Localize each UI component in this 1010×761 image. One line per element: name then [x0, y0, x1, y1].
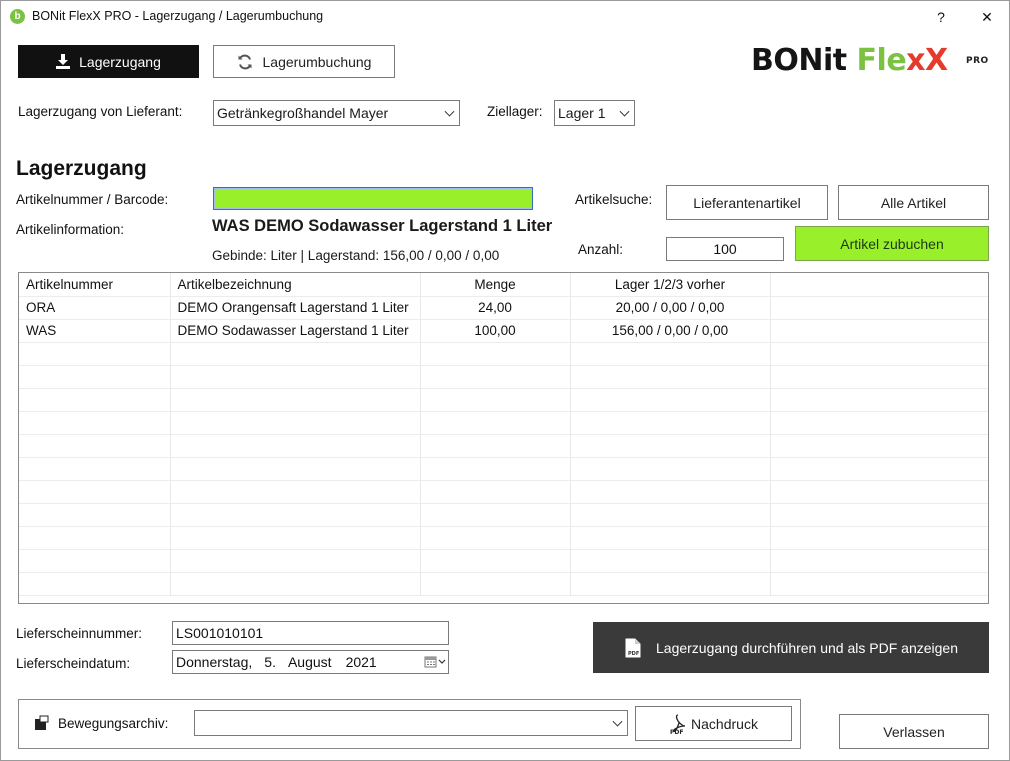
delivery-date-picker[interactable]: Donnerstag, 5. August 2021: [172, 650, 449, 674]
cell-storage-before: 20,00 / 0,00 / 0,00: [570, 296, 771, 320]
column-header[interactable]: Menge: [420, 273, 571, 297]
svg-text:PDF: PDF: [628, 651, 639, 657]
target-storage-label: Ziellager:: [487, 104, 543, 119]
archive-label: Bewegungsarchiv:: [58, 716, 169, 731]
title-bar: b BONit FlexX PRO - Lagerzugang / Lageru…: [1, 1, 1009, 33]
exit-button[interactable]: Verlassen: [839, 714, 989, 749]
supplier-select[interactable]: Getränkegroßhandel Mayer: [213, 100, 460, 126]
pdf-icon: PDF: [670, 713, 686, 735]
column-header: [770, 273, 988, 297]
article-search-label: Artikelsuche:: [575, 192, 653, 207]
chevron-down-icon: [619, 106, 630, 117]
date-month: August: [287, 654, 332, 670]
cell-empty: [770, 319, 988, 343]
date-day: 5.: [264, 654, 276, 670]
empty-row: [19, 365, 988, 389]
article-table: Artikelnummer Artikelbezeichnung Menge L…: [19, 273, 988, 596]
execute-pdf-button[interactable]: PDF Lagerzugang durchführen und als PDF …: [593, 622, 989, 673]
cell-quantity: 100,00: [420, 319, 571, 343]
article-info-label: Artikelinformation:: [16, 222, 125, 237]
calendar-icon[interactable]: [424, 656, 446, 668]
cell-article-number: ORA: [19, 296, 171, 320]
delivery-number-label: Lieferscheinnummer:: [16, 626, 143, 641]
cell-quantity: 24,00: [420, 296, 571, 320]
download-icon: [56, 54, 71, 69]
empty-row: [19, 526, 988, 550]
column-header[interactable]: Artikelnummer: [19, 273, 171, 297]
cell-storage-before: 156,00 / 0,00 / 0,00: [570, 319, 771, 343]
table-header-row: Artikelnummer Artikelbezeichnung Menge L…: [19, 273, 988, 297]
target-storage-select[interactable]: Lager 1: [554, 100, 635, 126]
section-title: Lagerzugang: [16, 157, 147, 180]
empty-row: [19, 411, 988, 435]
table-row[interactable]: WAS DEMO Sodawasser Lagerstand 1 Liter 1…: [19, 319, 988, 343]
close-window-button[interactable]: ✕: [964, 1, 1009, 33]
cell-article-number: WAS: [19, 319, 171, 343]
delivery-number-input[interactable]: LS001010101: [172, 621, 449, 645]
table-row[interactable]: ORA DEMO Orangensaft Lagerstand 1 Liter …: [19, 296, 988, 320]
archive-select[interactable]: [194, 710, 628, 736]
empty-row: [19, 342, 988, 366]
article-info-details: Gebinde: Liter | Lagerstand: 156,00 / 0,…: [212, 248, 500, 263]
delivery-date-label: Lieferscheindatum:: [16, 656, 131, 671]
app-logo-icon: b: [10, 9, 25, 24]
app-window: b BONit FlexX PRO - Lagerzugang / Lageru…: [0, 0, 1010, 761]
lagerzugang-tab-button[interactable]: Lagerzugang: [18, 45, 199, 78]
svg-text:PDF: PDF: [670, 729, 683, 735]
cell-article-name: DEMO Sodawasser Lagerstand 1 Liter: [170, 319, 421, 343]
quantity-label: Anzahl:: [578, 242, 624, 257]
article-grid[interactable]: Artikelnummer Artikelbezeichnung Menge L…: [18, 272, 989, 604]
barcode-label: Artikelnummer / Barcode:: [16, 192, 169, 207]
column-header[interactable]: Artikelbezeichnung: [170, 273, 421, 297]
bonit-flexx-logo: BONit FlexX PRO: [751, 43, 989, 78]
chevron-down-icon: [612, 716, 623, 727]
lagerzugang-tab-label: Lagerzugang: [79, 53, 161, 70]
lagerumbuchung-tab-label: Lagerumbuchung: [262, 53, 372, 70]
window-title: BONit FlexX PRO - Lagerzugang / Lagerumb…: [32, 9, 324, 23]
cell-article-name: DEMO Orangensaft Lagerstand 1 Liter: [170, 296, 421, 320]
barcode-input[interactable]: [213, 187, 533, 210]
pdf-icon: PDF: [625, 638, 641, 657]
target-storage-value: Lager 1: [558, 105, 606, 121]
chevron-down-icon: [444, 106, 455, 117]
refresh-icon: [238, 54, 251, 69]
supplier-articles-button[interactable]: Lieferantenartikel: [666, 185, 828, 220]
lagerumbuchung-tab-button[interactable]: Lagerumbuchung: [213, 45, 395, 78]
empty-row: [19, 503, 988, 527]
archive-icon: [35, 715, 49, 730]
empty-row: [19, 572, 988, 596]
add-article-button[interactable]: Artikel zubuchen: [795, 226, 989, 261]
article-info-name: WAS DEMO Sodawasser Lagerstand 1 Liter: [212, 217, 553, 235]
help-button[interactable]: ?: [918, 1, 964, 33]
quantity-input[interactable]: 100: [666, 237, 784, 261]
empty-row: [19, 434, 988, 458]
empty-row: [19, 388, 988, 412]
empty-row: [19, 457, 988, 481]
execute-pdf-label: Lagerzugang durchführen und als PDF anze…: [656, 639, 958, 656]
column-header[interactable]: Lager 1/2/3 vorher: [570, 273, 771, 297]
reprint-label: Nachdruck: [691, 715, 758, 732]
date-year: 2021: [345, 654, 377, 670]
date-weekday: Donnerstag,: [176, 654, 253, 670]
empty-row: [19, 480, 988, 504]
supplier-value: Getränkegroßhandel Mayer: [217, 105, 389, 121]
empty-row: [19, 549, 988, 573]
reprint-button[interactable]: PDF Nachdruck: [635, 706, 792, 741]
cell-empty: [770, 296, 988, 320]
all-articles-button[interactable]: Alle Artikel: [838, 185, 989, 220]
supplier-label: Lagerzugang von Lieferant:: [18, 104, 183, 119]
